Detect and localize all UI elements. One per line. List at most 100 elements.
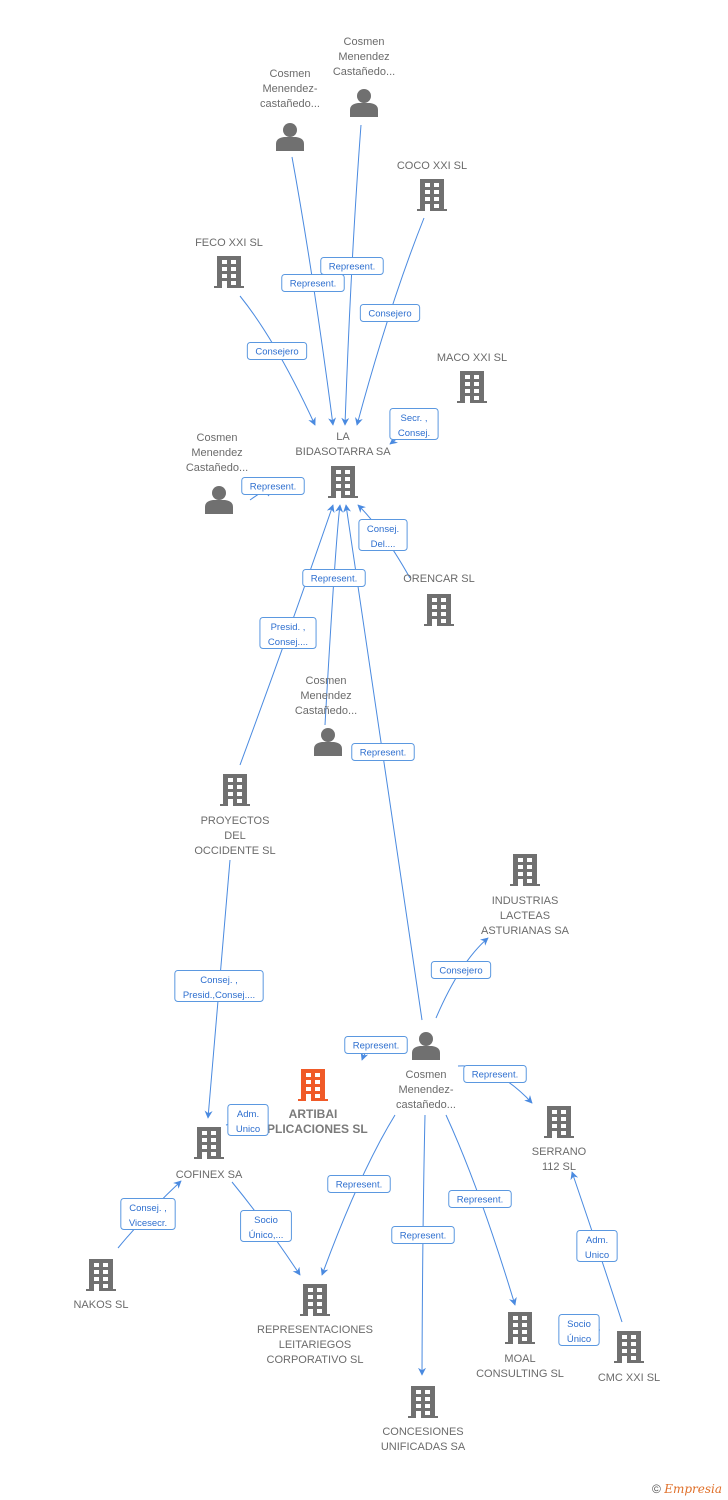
brand-logo[interactable]: Empresia: [664, 1482, 722, 1496]
person-icon: [412, 1032, 440, 1060]
node-nakos[interactable]: NAKOS SL: [73, 1259, 129, 1311]
edge-label-text: Consej.: [398, 428, 430, 439]
node-label: castañedo...: [260, 98, 320, 110]
edge-label[interactable]: Represent.: [320, 257, 384, 275]
edge-label[interactable]: Consej. , Presid.,Consej....: [174, 970, 264, 1002]
node-label: Menendez-: [262, 83, 317, 95]
edge-label-text: Consejero: [368, 309, 411, 320]
edge-label-text: Vicesecr.: [129, 1218, 167, 1229]
edge-label-text: Consej....: [268, 637, 308, 648]
edge-feco-to-bid: [239, 295, 316, 426]
edge-label-text: Consej. ,: [129, 1203, 167, 1214]
node-label: 112 SL: [542, 1161, 576, 1173]
node-coco[interactable]: COCO XXI SL: [397, 160, 467, 211]
node-proyectos[interactable]: PROYECTOS DEL OCCIDENTE SL: [194, 774, 276, 857]
building-icon: [86, 1259, 116, 1291]
edge-label[interactable]: Represent.: [281, 274, 345, 292]
node-label: Castañedo...: [186, 462, 248, 474]
edge-label[interactable]: Represent.: [391, 1226, 455, 1244]
node-label: Cosmen: [344, 36, 385, 48]
node-bid[interactable]: LA BIDASOTARRA SA: [295, 431, 391, 498]
edge-label[interactable]: Socio Único: [558, 1314, 600, 1346]
node-feco[interactable]: FECO XXI SL: [195, 237, 263, 288]
node-label: CONCESIONES: [382, 1426, 463, 1438]
node-label: castañedo...: [396, 1099, 456, 1111]
edge-label[interactable]: Consej. , Vicesecr.: [120, 1198, 176, 1230]
edge-label-text: Presid.,Consej....: [183, 990, 255, 1001]
edge-label[interactable]: Adm. Unico: [576, 1230, 618, 1262]
node-repr[interactable]: REPRESENTACIONES LEITARIEGOS CORPORATIVO S…: [257, 1284, 373, 1366]
node-label: MOAL: [504, 1353, 535, 1365]
building-icon: [220, 774, 250, 806]
node-moal[interactable]: MOAL CONSULTING SL: [476, 1312, 564, 1380]
node-artibai[interactable]: ARTIBAIAPLICACIONES SL: [258, 1069, 368, 1136]
node-label: BIDASOTARRA SA: [295, 446, 391, 458]
edge-label[interactable]: Adm. Unico: [227, 1104, 269, 1136]
node-label: Castañedo...: [295, 705, 357, 717]
edge-labels-layer: Represent. Represent. Consejero Consejero Se…: [120, 257, 618, 1346]
node-label: Cosmen: [306, 675, 347, 687]
building-icon: [510, 854, 540, 886]
node-label: DEL: [224, 830, 245, 842]
edge-label-text: Represent.: [353, 1041, 399, 1052]
edge-label[interactable]: Represent.: [463, 1065, 527, 1083]
node-label: SERRANO: [532, 1146, 587, 1158]
node-label: REPRESENTACIONES: [257, 1324, 373, 1336]
edge-label[interactable]: Consej. Del....: [358, 519, 408, 551]
edge-label-text: Consejero: [255, 347, 298, 358]
edge-label[interactable]: Represent.: [351, 743, 415, 761]
edge-label[interactable]: Represent.: [302, 569, 366, 587]
node-label: COFINEX SA: [176, 1169, 243, 1181]
building-icon: [298, 1069, 328, 1101]
edge-label-text: Represent.: [311, 574, 357, 585]
person-icon: [205, 486, 233, 514]
edge-label[interactable]: Presid. , Consej....: [259, 617, 317, 649]
edge-label[interactable]: Socio Único,...: [240, 1210, 292, 1242]
edge-label[interactable]: Consejero: [246, 342, 308, 360]
edge-label[interactable]: Represent.: [448, 1190, 512, 1208]
node-maco[interactable]: MACO XXI SL: [437, 352, 507, 403]
node-label: CONSULTING SL: [476, 1368, 564, 1380]
edge-label[interactable]: Consejero: [430, 961, 492, 979]
edge-label[interactable]: Represent.: [344, 1036, 408, 1054]
building-icon: [408, 1386, 438, 1418]
node-p4[interactable]: Cosmen Menendez Castañedo...: [295, 675, 357, 756]
node-label: INDUSTRIAS: [492, 895, 559, 907]
node-label: Menendez: [191, 447, 242, 459]
node-label: PROYECTOS: [201, 815, 270, 827]
edge-label[interactable]: Consejero: [359, 304, 421, 322]
building-icon: [300, 1284, 330, 1316]
edge-label[interactable]: Represent.: [327, 1175, 391, 1193]
node-orencar[interactable]: ORENCAR SL: [403, 573, 475, 626]
node-industrias[interactable]: INDUSTRIAS LACTEAS ASTURIANAS SA: [481, 854, 570, 937]
node-serrano[interactable]: SERRANO 112 SL: [532, 1106, 587, 1173]
edge-label-text: Unico: [236, 1124, 260, 1135]
node-label: Menendez-: [398, 1084, 453, 1096]
node-p3[interactable]: Cosmen Menendez Castañedo...: [186, 432, 248, 514]
edge-label-text: Socio: [254, 1215, 278, 1226]
footer: © Empresia: [652, 1482, 722, 1496]
node-label: Menendez: [300, 690, 351, 702]
node-p1[interactable]: Cosmen Menendez-castañedo...: [260, 68, 320, 151]
edge-label-text: Unico: [585, 1250, 609, 1261]
edge-label-text: Represent.: [250, 482, 296, 493]
node-label: CMC XXI SL: [598, 1372, 660, 1384]
node-cmc[interactable]: CMC XXI SL: [598, 1331, 660, 1384]
edge-p5-to-moal: [445, 1114, 517, 1306]
node-label: OCCIDENTE SL: [194, 845, 275, 857]
node-label: Castañedo...: [333, 66, 395, 78]
edge-label-text: Secr. ,: [401, 413, 428, 424]
edge-label[interactable]: Represent.: [241, 477, 305, 495]
edge-label-text: Represent.: [336, 1180, 382, 1191]
building-icon: [194, 1127, 224, 1159]
building-icon: [457, 371, 487, 403]
edge-label-text: Del....: [371, 539, 396, 550]
node-label: MACO XXI SL: [437, 352, 507, 364]
node-p2[interactable]: Cosmen Menendez Castañedo...: [333, 36, 395, 117]
edge-label-text: Consejero: [439, 966, 482, 977]
edge-label[interactable]: Secr. , Consej.: [389, 408, 439, 440]
edge-label-text: Represent.: [290, 279, 336, 290]
node-concesiones[interactable]: CONCESIONES UNIFICADAS SA: [381, 1386, 466, 1453]
person-icon: [276, 123, 304, 151]
node-label: UNIFICADAS SA: [381, 1441, 466, 1453]
